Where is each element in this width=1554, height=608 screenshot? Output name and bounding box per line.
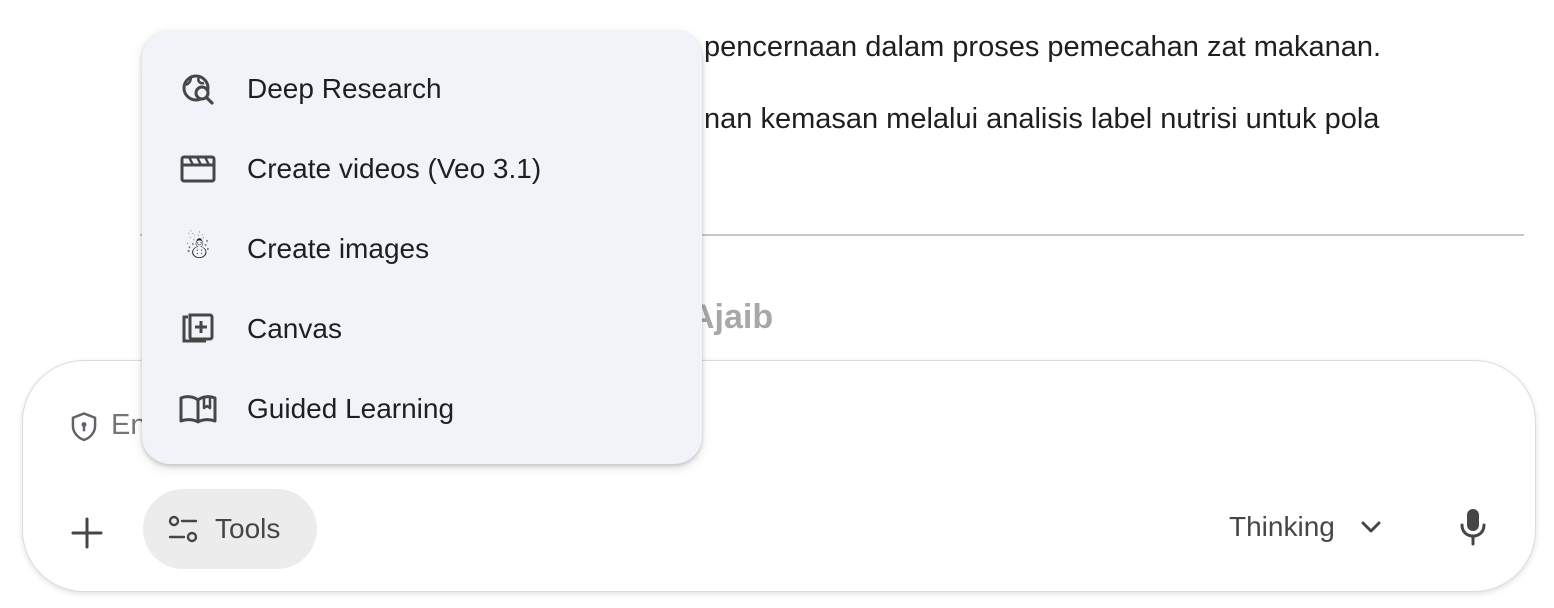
menu-item-create-images[interactable]: ☃ Create images	[142, 209, 702, 289]
model-selector-label: Thinking	[1229, 511, 1335, 542]
menu-item-label: Canvas	[247, 313, 342, 344]
add-attachment-button[interactable]	[63, 509, 111, 557]
tools-button[interactable]: Tools	[143, 489, 317, 569]
tools-menu: Deep Research Create videos (Veo 3.1) ☃ …	[142, 30, 702, 464]
model-selector[interactable]: Thinking	[1229, 505, 1385, 549]
menu-item-canvas[interactable]: Canvas	[142, 289, 702, 369]
response-text-line: nan kemasan melalui analisis label nutri…	[704, 103, 1380, 135]
tools-sliders-icon	[168, 515, 198, 543]
video-clapper-icon	[178, 149, 218, 189]
tools-button-label: Tools	[215, 513, 281, 544]
menu-item-label: Create videos (Veo 3.1)	[247, 153, 542, 184]
menu-item-guided-learning[interactable]: Guided Learning	[142, 369, 702, 449]
canvas-add-icon	[178, 309, 218, 349]
deep-research-icon	[178, 69, 218, 109]
response-text-line: pencernaan dalam proses pemecahan zat ma…	[704, 31, 1382, 63]
menu-item-label: Create images	[247, 233, 430, 264]
microphone-icon	[1460, 509, 1486, 546]
shield-lock-icon	[71, 412, 97, 442]
plus-icon	[71, 517, 103, 549]
microphone-button[interactable]	[1451, 505, 1495, 549]
snowman-icon: ☃	[184, 231, 212, 266]
chevron-down-icon	[1361, 521, 1381, 533]
open-book-icon	[178, 389, 218, 429]
menu-item-label: Deep Research	[247, 73, 442, 104]
response-heading: Ajaib	[690, 298, 774, 336]
chat-page: pencernaan dalam proses pemecahan zat ma…	[0, 0, 1554, 608]
menu-item-deep-research[interactable]: Deep Research	[142, 49, 702, 129]
menu-item-create-videos[interactable]: Create videos (Veo 3.1)	[142, 129, 702, 209]
menu-item-label: Guided Learning	[247, 393, 455, 424]
